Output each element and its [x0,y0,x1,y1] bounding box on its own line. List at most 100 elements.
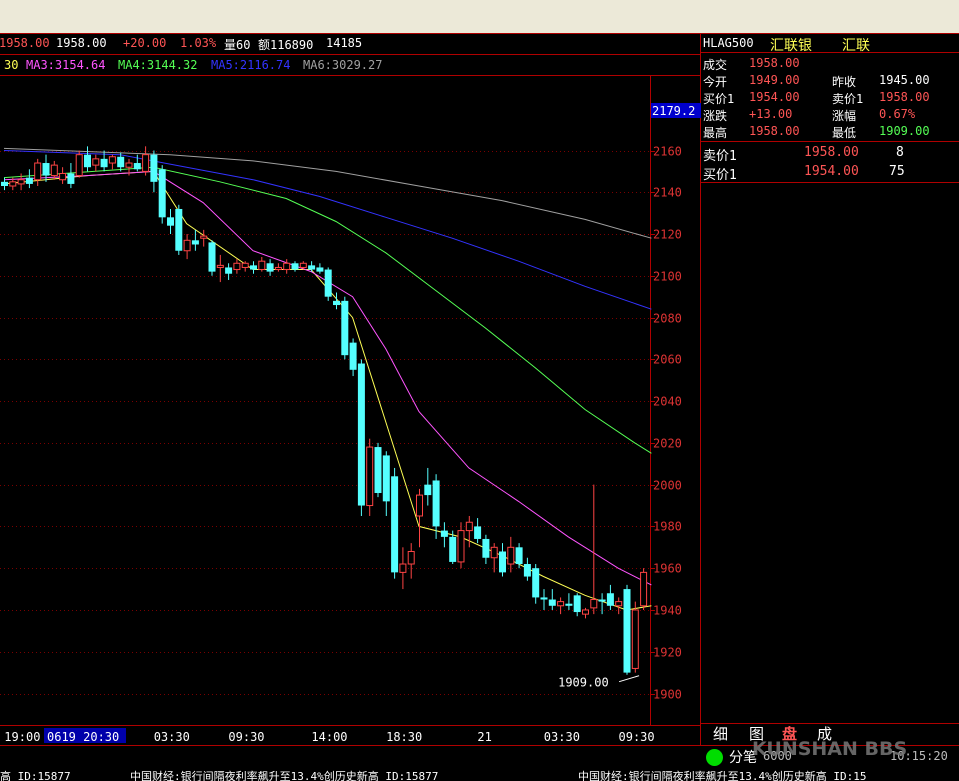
y-tick-label: 2160 [653,145,682,159]
candle-body [573,595,581,613]
y-tick-label: 1940 [653,604,682,618]
quote-value: 0.67% [879,107,916,121]
candle-body [34,162,42,181]
candle-body [598,599,606,602]
candle-body [432,480,440,527]
candle-body [225,267,233,274]
candle-body [606,593,614,606]
y-tick-label: 2080 [653,312,682,326]
price-change-pct: 1.03% [180,36,217,50]
y-tick-label: 1920 [653,646,682,660]
quote-value: 1958.00 [749,124,800,138]
quote-value: 1945.00 [879,73,930,87]
candle-body [341,300,349,356]
candle-body [540,597,548,600]
quote-label: 最高 [703,126,728,140]
candle-body [523,564,531,577]
candle-body [474,526,482,539]
y-tick-label: 2140 [653,186,682,200]
candle-body [515,547,523,565]
candle-body [241,262,249,268]
candle-body [67,173,75,184]
candle-body [582,609,589,615]
y-tick-label: 2000 [653,479,682,493]
quote-label: 昨收 [832,75,857,89]
candle-body [548,599,556,606]
ma-line-yellow [3,170,652,611]
x-tick-label: 21 [477,730,491,744]
candle-body [424,484,432,496]
quote-panel: HLAG500 汇联银 汇联 成交 1958.00 今开 1949.00 昨收 … [701,34,959,746]
y-tick-label: 2040 [653,395,682,409]
ma-line-green [3,166,652,454]
moving-average-row: 30 MA3:3154.64 MA4:3144.32 MA5:2116.74 M… [0,56,700,76]
quote-label: 最低 [832,126,857,140]
candle-body [117,156,125,168]
amount-secondary: 14185 [326,36,363,50]
low-annotation-line [618,675,640,683]
candle-body [407,550,415,565]
y-tick-label: 1980 [653,520,682,534]
y-tick-label: 2060 [653,353,682,367]
candle-body [92,158,100,166]
quote-label: 涨幅 [832,109,857,123]
candle-body [25,177,33,184]
y-tick-label: 2100 [653,270,682,284]
candle-body [108,156,116,164]
candle-body [507,546,515,565]
candle-body [374,447,382,494]
candle-body [399,563,407,573]
candle-body [357,363,365,506]
candle-body [17,179,25,185]
current-price-label: 2179.2 [652,104,695,118]
candle-body [557,601,565,607]
candle-body [1,181,8,187]
bid-quantity: 75 [889,164,905,179]
candle-body [565,603,573,606]
candle-body [125,162,133,168]
bid-label: 买价1 [703,168,737,183]
news-ticker[interactable]: 高 ID:15877 中国财经:银行间隔夜利率飙升至13.4%创历史新高 ID:… [0,768,959,781]
ma-line-magenta [3,170,652,586]
candle-body [382,455,390,502]
ask-quantity: 8 [896,145,904,160]
candle-body [258,260,266,271]
candle-body [308,265,316,270]
candle-body [158,169,166,218]
candle-body [366,446,374,507]
candle-body [250,265,257,270]
candle-body [631,609,639,669]
symbol-name: 汇联银 [770,38,812,54]
candle-body [349,342,357,370]
y-tick-label: 2020 [653,437,682,451]
candle-body [482,538,490,558]
quote-label: 买价1 [703,92,735,106]
x-tick-label: 0619 20:30 [47,730,119,744]
candle-body [640,571,648,607]
candle-body [50,164,58,177]
candle-body [233,262,241,271]
candle-body [490,546,498,559]
symbol-code: HLAG500 [703,36,754,50]
x-tick-label: 14:00 [311,730,347,744]
candle-body [84,154,91,168]
quote-value: 1949.00 [749,73,800,87]
quote-value: 1958.00 [879,90,930,104]
candle-body [208,242,216,272]
x-tick-label: 03:30 [544,730,580,744]
last-price: 1958.00 [56,36,107,50]
candle-body [532,568,540,598]
ma-value: MA6:3029.27 [303,58,383,72]
candle-body [150,154,158,182]
price-fragment: 1958.00 [0,36,50,50]
quote-value: 1958.00 [749,56,800,70]
candle-body [191,240,199,245]
candle-body [9,181,17,187]
candle-body [333,300,340,306]
candle-body [75,154,83,177]
tab-detail[interactable]: 细 [713,723,728,744]
quote-value: 1909.00 [879,124,930,138]
candle-body [133,163,141,170]
candle-body [291,263,299,270]
candle-body [183,239,191,252]
